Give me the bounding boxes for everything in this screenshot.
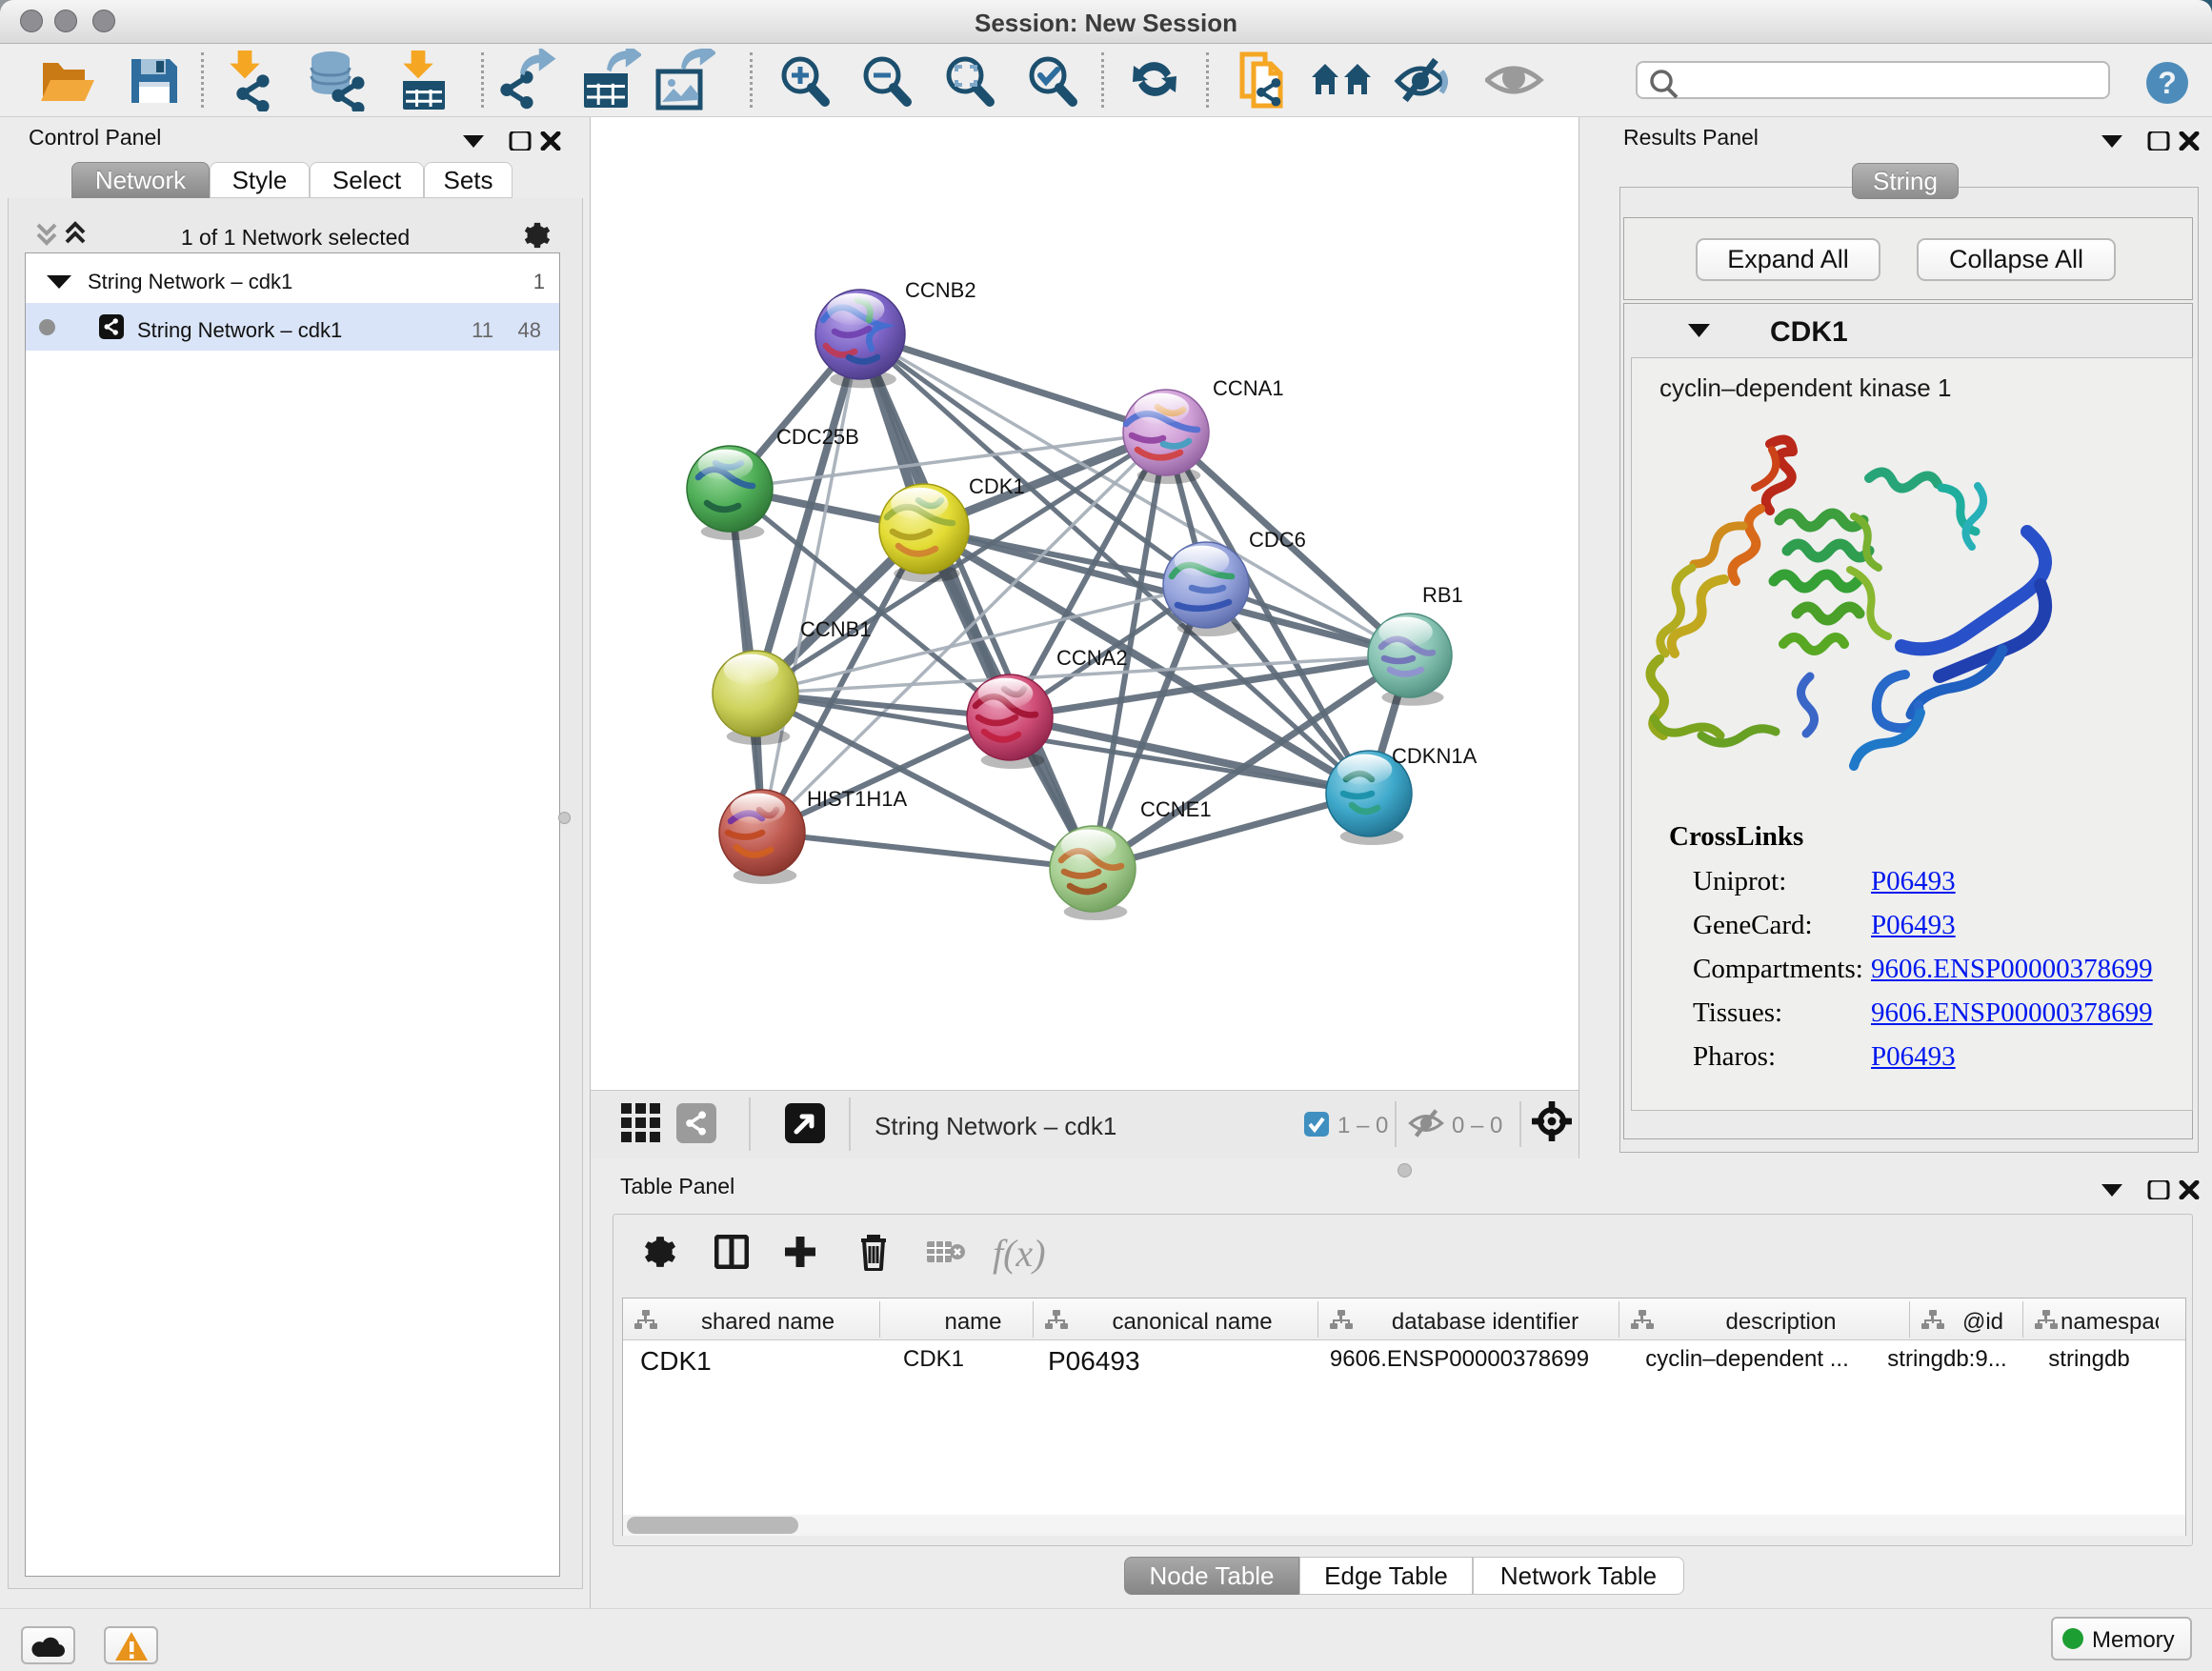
svg-text:CCNB2: CCNB2 — [905, 278, 976, 302]
svg-text:CCNA2: CCNA2 — [1056, 646, 1128, 670]
svg-text:HIST1H1A: HIST1H1A — [807, 787, 907, 811]
svg-text:CCNB1: CCNB1 — [800, 617, 872, 641]
svg-text:CDC6: CDC6 — [1249, 528, 1306, 552]
svg-text:CDK1: CDK1 — [969, 474, 1025, 498]
svg-text:CDKN1A: CDKN1A — [1392, 744, 1478, 768]
svg-text:RB1: RB1 — [1422, 583, 1463, 607]
svg-text:CCNE1: CCNE1 — [1140, 797, 1212, 821]
svg-text:CCNA1: CCNA1 — [1213, 376, 1284, 400]
svg-text:CDC25B: CDC25B — [776, 425, 859, 449]
svg-text:?: ? — [2158, 66, 2177, 100]
